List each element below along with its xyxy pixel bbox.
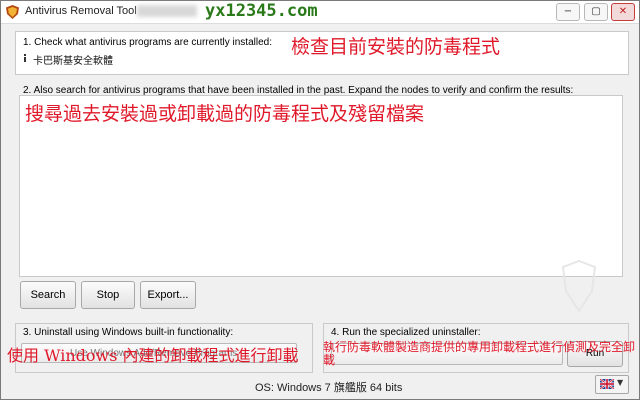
section3-annotation: 使用 Windows 內建的卸載程式進行卸載	[7, 346, 299, 365]
maximize-icon: ▢	[591, 6, 601, 17]
faint-shield-logo	[561, 259, 597, 313]
os-status: OS: Windows 7 旗艦版 64 bits	[255, 382, 403, 394]
section4-annotation: 執行防毒軟體製造商提供的專用卸載程式進行偵測及完全卸載	[323, 340, 636, 367]
maximize-button[interactable]: ▢	[584, 3, 608, 21]
chevron-down-icon: ▼	[617, 378, 624, 387]
watermark: yx12345.com	[205, 1, 318, 21]
stop-button[interactable]: Stop	[81, 281, 135, 309]
window-title: Antivirus Removal Tool -	[25, 5, 144, 17]
section4-heading: 4. Run the specialized uninstaller:	[331, 327, 481, 338]
title-bar[interactable]: Antivirus Removal Tool - yx12345.com − ▢…	[1, 1, 639, 24]
close-button[interactable]: ✕	[611, 3, 635, 21]
blurred-version-text	[137, 5, 197, 17]
export-button[interactable]: Export...	[140, 281, 196, 309]
language-select[interactable]: ▼	[595, 375, 629, 394]
app-window: Antivirus Removal Tool - yx12345.com − ▢…	[0, 0, 640, 400]
minimize-icon: −	[563, 6, 573, 17]
shield-app-icon	[6, 5, 19, 19]
info-icon	[24, 54, 26, 62]
close-icon: ✕	[618, 6, 628, 17]
search-button[interactable]: Search	[20, 281, 76, 309]
minimize-button[interactable]: −	[556, 3, 580, 21]
section1-heading: 1. Check what antivirus programs are cur…	[23, 37, 272, 48]
section2-annotation: 搜尋過去安裝過或卸載過的防毒程式及殘留檔案	[25, 103, 425, 125]
uk-flag-icon	[600, 379, 614, 389]
installed-antivirus-result[interactable]: 卡巴斯基安全軟體	[33, 52, 113, 67]
section3-heading: 3. Uninstall using Windows built-in func…	[23, 327, 234, 338]
section1-annotation: 檢查目前安裝的防毒程式	[291, 36, 501, 58]
